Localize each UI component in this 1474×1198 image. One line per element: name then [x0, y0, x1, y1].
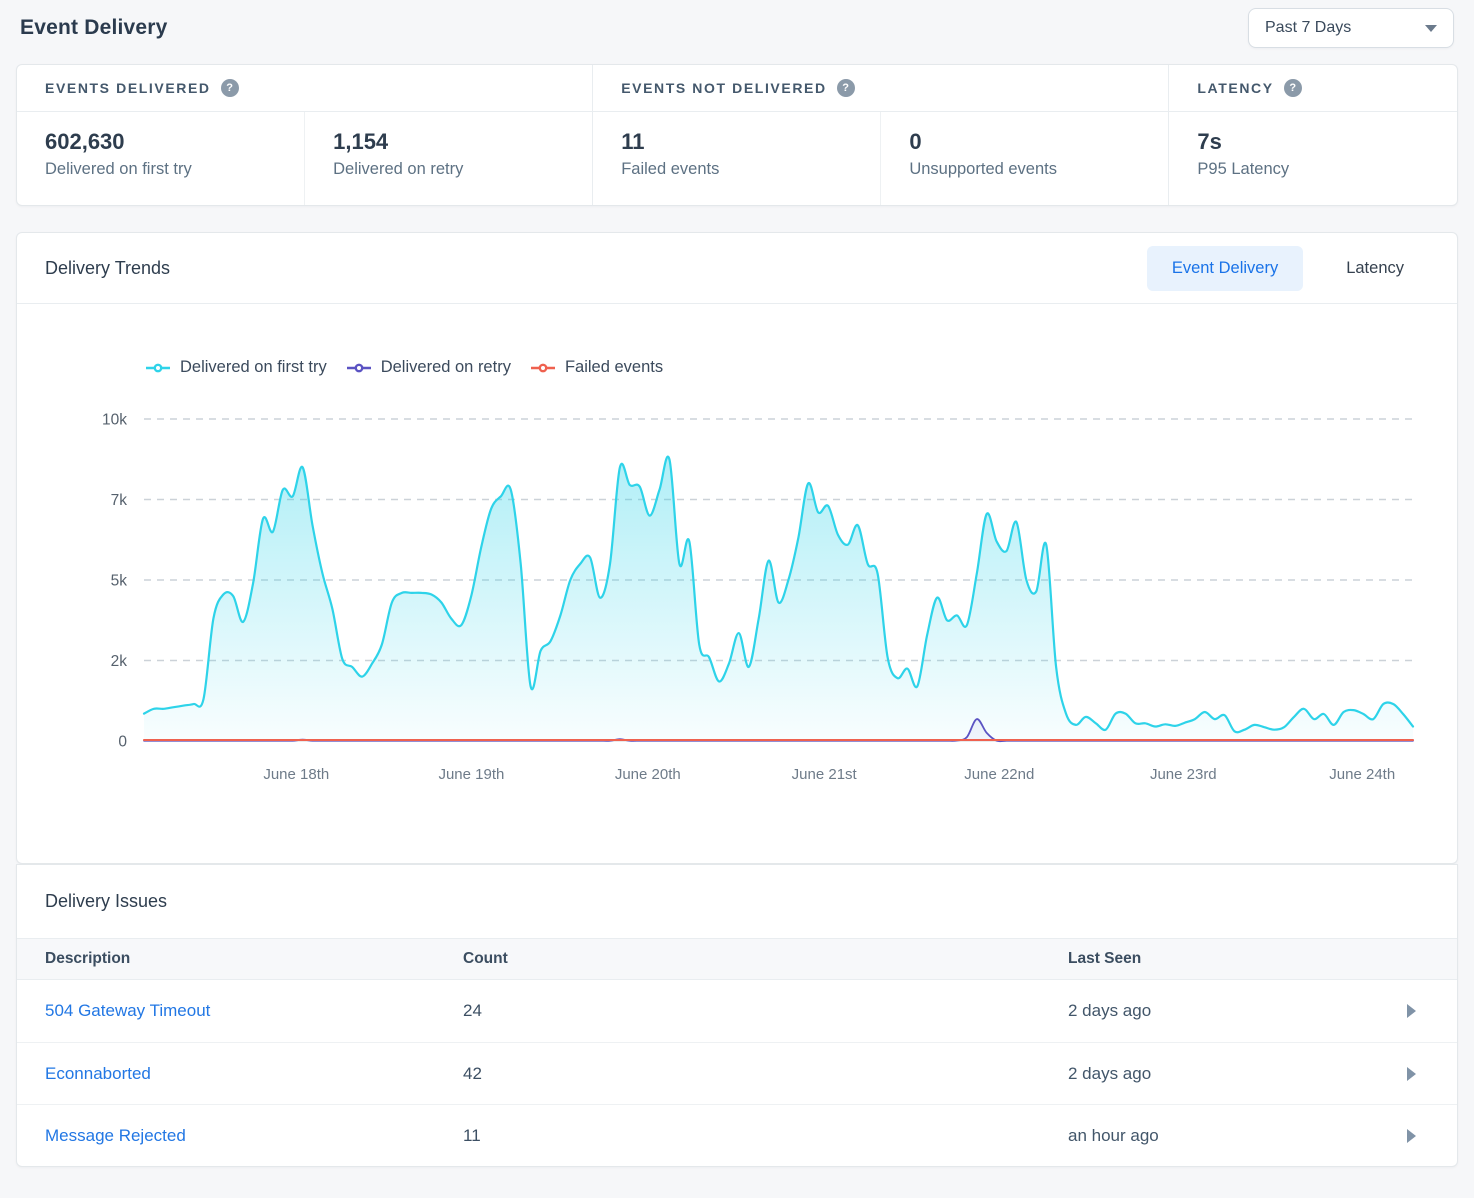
- metric-delivered-first-try: 602,630 Delivered on first try: [17, 112, 304, 205]
- metric-value: 7s: [1197, 129, 1429, 155]
- delivery-trends-panel: Delivery Trends Event Delivery Latency D…: [16, 232, 1458, 864]
- y-tick-label: 0: [118, 734, 127, 751]
- time-range-dropdown[interactable]: Past 7 Days: [1248, 8, 1454, 48]
- metric-unsupported-events: 0 Unsupported events: [880, 112, 1168, 205]
- chart-area: Delivered on first try Delivered on retr…: [17, 358, 1457, 863]
- legend-marker-icon: [346, 363, 372, 373]
- column-header-description: Description: [17, 950, 463, 968]
- table-row[interactable]: Econnaborted 42 2 days ago: [17, 1042, 1457, 1104]
- metric-failed-events: 11 Failed events: [593, 112, 880, 205]
- legend-item-first-try: Delivered on first try: [145, 358, 327, 377]
- chevron-right-icon[interactable]: [1407, 1004, 1416, 1018]
- delivery-trends-title: Delivery Trends: [45, 258, 170, 279]
- issue-last-seen: 2 days ago: [1068, 1064, 1363, 1084]
- issue-last-seen: 2 days ago: [1068, 1001, 1363, 1021]
- y-tick-label: 5k: [111, 573, 128, 590]
- issue-count: 11: [463, 1126, 1068, 1146]
- metric-delivered-retry: 1,154 Delivered on retry: [304, 112, 592, 205]
- y-tick-label: 10k: [102, 412, 127, 429]
- time-range-value: Past 7 Days: [1265, 19, 1351, 37]
- metric-value: 0: [909, 129, 1140, 155]
- legend-label: Delivered on first try: [180, 358, 327, 377]
- tab-latency[interactable]: Latency: [1321, 246, 1429, 291]
- series-area-0: [144, 457, 1413, 741]
- metric-label: Delivered on retry: [333, 160, 564, 179]
- legend-label: Delivered on retry: [381, 358, 511, 377]
- x-tick-label: June 23rd: [1150, 766, 1217, 783]
- trends-tabs: Event Delivery Latency: [1147, 246, 1429, 291]
- chevron-right-icon[interactable]: [1407, 1067, 1416, 1081]
- chart-legend: Delivered on first try Delivered on retr…: [145, 358, 1457, 377]
- issue-count: 42: [463, 1064, 1068, 1084]
- metric-value: 11: [621, 129, 852, 155]
- delivery-issues-panel: Delivery Issues Description Count Last S…: [16, 864, 1458, 1167]
- legend-marker-icon: [145, 363, 171, 373]
- help-icon[interactable]: ?: [221, 79, 239, 97]
- legend-marker-icon: [530, 363, 556, 373]
- legend-label: Failed events: [565, 358, 663, 377]
- x-tick-label: June 20th: [615, 766, 681, 783]
- issues-table-header: Description Count Last Seen: [17, 938, 1457, 980]
- stats-group-events-not-delivered: EVENTS NOT DELIVERED ? 11 Failed events …: [592, 65, 1168, 205]
- y-tick-label: 7k: [111, 492, 128, 509]
- metric-value: 1,154: [333, 129, 564, 155]
- column-header-count: Count: [463, 950, 1068, 968]
- x-tick-label: June 21st: [792, 766, 858, 783]
- x-tick-label: June 18th: [263, 766, 329, 783]
- chevron-right-icon[interactable]: [1407, 1129, 1416, 1143]
- x-tick-label: June 19th: [438, 766, 504, 783]
- chevron-down-icon: [1425, 25, 1437, 32]
- table-row[interactable]: Message Rejected 11 an hour ago: [17, 1104, 1457, 1166]
- issue-last-seen: an hour ago: [1068, 1126, 1363, 1146]
- issue-count: 24: [463, 1001, 1068, 1021]
- help-icon[interactable]: ?: [837, 79, 855, 97]
- metric-label: Failed events: [621, 160, 852, 179]
- issue-link[interactable]: Econnaborted: [45, 1064, 151, 1083]
- event-delivery-page: Event Delivery Past 7 Days EVENTS DELIVE…: [0, 0, 1474, 1167]
- metric-label: P95 Latency: [1197, 160, 1429, 179]
- legend-item-retry: Delivered on retry: [346, 358, 511, 377]
- issue-link[interactable]: 504 Gateway Timeout: [45, 1001, 210, 1020]
- metric-label: Unsupported events: [909, 160, 1140, 179]
- x-tick-label: June 22nd: [964, 766, 1034, 783]
- topbar: Event Delivery Past 7 Days: [16, 0, 1458, 64]
- page-title: Event Delivery: [20, 16, 168, 40]
- delivery-issues-title: Delivery Issues: [17, 865, 1457, 938]
- stats-group-title: EVENTS DELIVERED: [45, 80, 211, 96]
- metric-label: Delivered on first try: [45, 160, 276, 179]
- y-tick-label: 2k: [111, 653, 128, 670]
- metric-p95-latency: 7s P95 Latency: [1169, 112, 1457, 205]
- tab-event-delivery[interactable]: Event Delivery: [1147, 246, 1303, 291]
- x-tick-label: June 24th: [1329, 766, 1395, 783]
- stats-group-latency: LATENCY ? 7s P95 Latency: [1168, 65, 1457, 205]
- metric-value: 602,630: [45, 129, 276, 155]
- legend-item-failed: Failed events: [530, 358, 663, 377]
- stats-group-events-delivered: EVENTS DELIVERED ? 602,630 Delivered on …: [17, 65, 592, 205]
- delivery-trends-chart: 10k 7k 5k 2k 0 June 18th June 19th June 20th Jun…: [17, 397, 1459, 797]
- table-row[interactable]: 504 Gateway Timeout 24 2 days ago: [17, 980, 1457, 1042]
- stats-group-title: EVENTS NOT DELIVERED: [621, 80, 826, 96]
- stats-group-title: LATENCY: [1197, 80, 1273, 96]
- help-icon[interactable]: ?: [1284, 79, 1302, 97]
- stats-card: EVENTS DELIVERED ? 602,630 Delivered on …: [16, 64, 1458, 206]
- issue-link[interactable]: Message Rejected: [45, 1126, 186, 1145]
- column-header-last-seen: Last Seen: [1068, 950, 1363, 968]
